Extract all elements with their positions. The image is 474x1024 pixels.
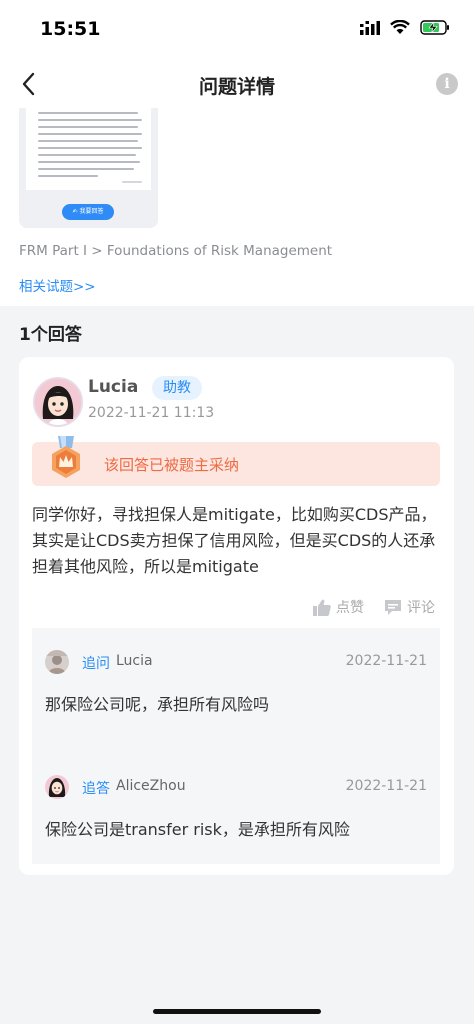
comment-button[interactable]: 评论 [384, 597, 435, 617]
medal-icon [52, 436, 80, 478]
followup-thread: 追问 Lucia 2022-11-21 那保险公司呢，承担所有风险吗 追答 Al… [32, 628, 440, 864]
followup-user[interactable]: Lucia [116, 653, 153, 669]
question-image-paper [26, 108, 151, 190]
avatar[interactable] [45, 650, 69, 674]
page-title: 问题详情 [198, 76, 275, 98]
write-answer-button[interactable]: ✍ 我要回答 [62, 204, 114, 220]
accepted-banner: 该回答已被题主采纳 [32, 436, 440, 486]
followup-item: 追答 AliceZhou 2022-11-21 保险公司是transfer ri… [32, 753, 440, 853]
avatar-photo-icon [45, 650, 69, 674]
followup-text: 保险公司是transfer risk，是承担所有风险 [45, 820, 350, 839]
like-button[interactable]: 点赞 [313, 597, 364, 617]
related-questions-link[interactable]: 相关试题>> [19, 275, 96, 295]
answer-body: 同学你好，寻找担保人是mitigate，比如购买CDS产品，其实是让CDS卖方担… [32, 505, 437, 576]
avatar[interactable] [33, 377, 83, 427]
avatar-illustration-icon [35, 379, 81, 425]
like-label: 点赞 [336, 600, 364, 616]
answers-count-heading: 1个回答 [19, 325, 82, 345]
question-section: 15:51 问题详情 i ✍ 我要回答 FRM Part I > Foundat… [0, 0, 474, 306]
home-indicator[interactable] [153, 1009, 321, 1014]
answer-actions: 点赞 评论 [313, 597, 435, 617]
info-icon[interactable]: i [436, 73, 458, 95]
status-time: 15:51 [40, 18, 101, 40]
followup-item: 追问 Lucia 2022-11-21 那保险公司呢，承担所有风险吗 [32, 628, 440, 728]
thumbs-up-icon [313, 599, 331, 616]
battery-charging-icon [420, 20, 449, 35]
status-icons [360, 20, 450, 35]
breadcrumb: FRM Part I > Foundations of Risk Managem… [19, 243, 333, 259]
avatar-illustration-icon [45, 775, 69, 799]
wifi-icon [390, 20, 410, 34]
status-bar: 15:51 [0, 0, 474, 56]
comment-label: 评论 [407, 600, 435, 616]
answer-author[interactable]: Lucia [88, 377, 138, 397]
cellular-signal-icon [360, 20, 380, 35]
followup-user[interactable]: AliceZhou [116, 778, 186, 794]
comment-icon [385, 599, 401, 615]
followup-text: 那保险公司呢，承担所有风险吗 [45, 695, 270, 714]
followup-tag: 追答 [82, 781, 110, 797]
answer-timestamp: 2022-11-21 11:13 [88, 405, 215, 421]
answer-card: Lucia 助教 2022-11-21 11:13 该回答已被题主采纳 同学你好… [19, 357, 454, 875]
nav-bar: 问题详情 i [0, 60, 474, 108]
question-image[interactable]: ✍ 我要回答 [19, 108, 158, 228]
followup-date: 2022-11-21 [345, 778, 427, 794]
avatar[interactable] [45, 775, 69, 799]
role-badge: 助教 [152, 376, 202, 400]
accepted-text: 该回答已被题主采纳 [104, 456, 240, 474]
followup-tag: 追问 [82, 656, 110, 672]
followup-date: 2022-11-21 [345, 653, 427, 669]
